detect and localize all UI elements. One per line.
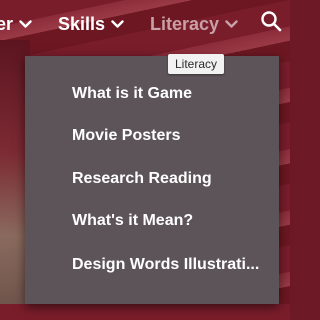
menu-item-research-reading[interactable]: Research Reading — [72, 170, 261, 192]
nav-item-literacy-label: Literacy — [150, 13, 220, 34]
background-bottom — [0, 304, 290, 320]
menu-item-whats-it-mean[interactable]: What's it Mean? — [72, 212, 261, 234]
search-button[interactable] — [260, 10, 284, 37]
chevron-down-icon — [19, 19, 32, 29]
nav-item-skills-label: Skills — [58, 13, 106, 34]
chevron-down-icon — [111, 19, 124, 29]
menu-item-design-words-illustrations[interactable]: Design Words Illustrati... — [72, 256, 261, 278]
chevron-down-icon — [225, 19, 238, 29]
nav-item-previous-label: er — [0, 13, 14, 34]
top-navbar: er Skills Literacy — [0, 0, 290, 48]
nav-item-literacy[interactable]: Literacy — [150, 12, 238, 36]
nav-item-previous[interactable]: er — [0, 12, 32, 36]
menu-item-movie-posters[interactable]: Movie Posters — [72, 127, 261, 149]
literacy-dropdown-menu: What is it Game Movie Posters Research R… — [25, 56, 279, 304]
search-icon — [260, 10, 282, 37]
menu-item-what-is-it-game[interactable]: What is it Game — [72, 85, 261, 107]
literacy-tooltip: Literacy — [168, 54, 225, 74]
nav-item-skills[interactable]: Skills — [58, 12, 124, 36]
